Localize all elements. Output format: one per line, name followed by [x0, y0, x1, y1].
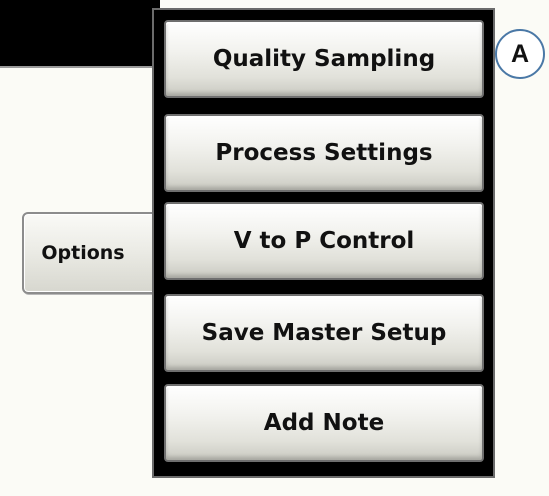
- callout-label: A: [510, 39, 530, 68]
- menu-item-label: Quality Sampling: [212, 46, 436, 72]
- menu-item-label: Save Master Setup: [201, 320, 447, 346]
- menu-item-label: Add Note: [263, 410, 385, 436]
- options-button-label: Options: [41, 242, 125, 264]
- menu-item-save-master-setup[interactable]: Save Master Setup: [164, 294, 484, 372]
- menu-item-process-settings[interactable]: Process Settings: [164, 114, 484, 192]
- options-button[interactable]: Options: [22, 212, 162, 294]
- top-bar: [0, 0, 160, 66]
- menu-item-v-to-p-control[interactable]: V to P Control: [164, 202, 484, 280]
- callout-marker: A: [495, 29, 545, 79]
- menu-item-add-note[interactable]: Add Note: [164, 384, 484, 462]
- menu-item-label: Process Settings: [215, 140, 433, 166]
- top-bar-edge: [0, 66, 160, 68]
- options-menu-panel: Quality Sampling Process Settings V to P…: [152, 8, 495, 478]
- menu-item-quality-sampling[interactable]: Quality Sampling: [164, 20, 484, 98]
- menu-item-label: V to P Control: [233, 228, 415, 254]
